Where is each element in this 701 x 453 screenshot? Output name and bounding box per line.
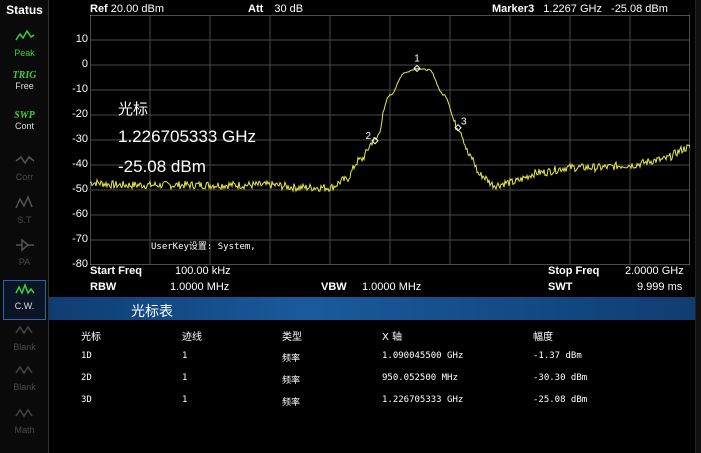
- marker-table-cell: 950.052500 MHz: [382, 373, 458, 383]
- st-icon: [3, 195, 46, 215]
- sidebar-item-pa[interactable]: PA: [3, 237, 46, 277]
- sidebar-item-math[interactable]: Math: [3, 405, 46, 445]
- marker-table-cell: 2D: [81, 373, 92, 383]
- marker-label: Marker3: [492, 3, 535, 15]
- swt-value: 9.999 ms: [637, 281, 683, 293]
- sidebar-item-label: Corr: [15, 172, 34, 182]
- marker-3-label: 3: [461, 117, 467, 128]
- math-icon: [3, 405, 46, 425]
- y-tick-label: 10: [75, 33, 88, 45]
- sidebar-item-blank[interactable]: Blank: [3, 322, 46, 362]
- marker-1-label: 1: [414, 53, 420, 64]
- marker-table-column-header: X 轴: [382, 332, 403, 343]
- marker-table-cell: 频率: [282, 376, 301, 386]
- status-sidebar: Status Peak TRIG Free SWP Cont Corr S.T PA C.W. B…: [0, 0, 49, 453]
- marker-table-column-header: 迹线: [182, 332, 202, 343]
- sidebar-item-label: TRIG: [12, 70, 37, 81]
- sidebar-item-label: SWP: [14, 110, 35, 121]
- marker-table-column-header: 幅度: [533, 332, 553, 343]
- y-tick-label: -10: [72, 83, 88, 95]
- overlay-title: 光标: [118, 101, 149, 118]
- y-tick-label: -20: [72, 108, 88, 120]
- sidebar-item-corr[interactable]: Corr: [3, 152, 46, 192]
- sidebar-item-st[interactable]: S.T: [3, 195, 46, 235]
- sidebar-item-label: C.W.: [14, 301, 35, 311]
- marker-table-cell: 1.226705333 GHz: [382, 395, 464, 405]
- sidebar-item-label: PA: [18, 257, 31, 267]
- y-tick-label: -50: [72, 183, 88, 195]
- marker-table-cell: 3D: [81, 395, 92, 405]
- sidebar-item-label: Blank: [13, 382, 36, 392]
- sidebar-item-label: Math: [14, 425, 35, 435]
- marker-table-cell: 1: [182, 373, 188, 383]
- sidebar-item-blank[interactable]: Blank: [3, 362, 46, 402]
- ref-level: Ref 20.00 dBm: [90, 3, 164, 15]
- sidebar-item-peak[interactable]: Peak: [3, 28, 46, 68]
- marker-readout: Marker3 1.2267 GHz -25.08 dBm: [492, 3, 668, 15]
- marker-table-cell: -25.08 dBm: [533, 395, 588, 405]
- right-edge: [695, 0, 701, 453]
- rbw-value: 1.0000 MHz: [170, 281, 230, 293]
- marker-freq: 1.2267 GHz: [543, 3, 602, 15]
- sidebar-item-sublabel: Free: [15, 81, 34, 91]
- marker-table-cell: 1.090045500 GHz: [382, 351, 464, 361]
- corr-icon: [3, 152, 46, 172]
- stop-freq-value: 2.0000 GHz: [625, 265, 684, 277]
- att-label: Att: [248, 3, 264, 15]
- sidebar-item-cw[interactable]: C.W.: [3, 280, 46, 320]
- marker-table-cell: 频率: [282, 398, 301, 408]
- marker-table: 光标 迹线 类型 X 轴 幅度 1D 1 频率 1.090045500 GHz -1.37 dBm…: [49, 320, 695, 453]
- overlay-level: -25.08 dBm: [118, 157, 206, 176]
- y-tick-label: -30: [72, 133, 88, 145]
- y-tick-label: -60: [72, 208, 88, 220]
- marker-table-cell: 1: [182, 395, 188, 405]
- sidebar-item-trig[interactable]: TRIG Free: [3, 70, 46, 110]
- sidebar-item-sublabel: Cont: [14, 121, 34, 131]
- cw-icon: [4, 281, 45, 301]
- att-value: 30 dB: [274, 3, 304, 15]
- ref-label: Ref: [90, 3, 108, 15]
- sidebar-item-swp[interactable]: SWP Cont: [3, 110, 46, 150]
- y-tick-label: -40: [72, 158, 88, 170]
- marker-level: -25.08 dBm: [611, 3, 668, 15]
- marker-table-title: 光标表: [131, 303, 173, 319]
- y-tick-label: 0: [81, 58, 88, 70]
- status-title: Status: [6, 3, 43, 17]
- marker-2-label: 2: [365, 131, 371, 142]
- start-freq-value: 100.00 kHz: [175, 265, 231, 277]
- start-freq-label: Start Freq: [90, 265, 142, 277]
- ref-value: 20.00 dBm: [110, 3, 164, 15]
- userkey-note: UserKey设置: System,: [151, 242, 256, 252]
- attenuation: Att 30 dB: [248, 3, 303, 15]
- marker-table-cell: 频率: [282, 354, 301, 364]
- blank-icon: [3, 362, 46, 382]
- vbw-value: 1.0000 MHz: [362, 281, 422, 293]
- marker-table-column-header: 光标: [81, 332, 101, 343]
- marker-table-cell: -1.37 dBm: [533, 351, 582, 361]
- marker-table-cell: 1D: [81, 351, 92, 361]
- swt-label: SWT: [548, 281, 573, 293]
- marker-table-cell: 1: [182, 351, 188, 361]
- sidebar-item-label: S.T: [17, 215, 32, 225]
- sidebar-item-label: Peak: [14, 48, 35, 58]
- vbw-label: VBW: [321, 281, 347, 293]
- y-tick-label: -70: [72, 233, 88, 245]
- rbw-label: RBW: [90, 281, 117, 293]
- pa-icon: [3, 237, 46, 257]
- stop-freq-label: Stop Freq: [548, 265, 600, 277]
- sidebar-item-label: Blank: [13, 342, 36, 352]
- overlay-freq: 1.226705333 GHz: [118, 127, 256, 146]
- marker-table-cell: -30.30 dBm: [533, 373, 588, 383]
- y-tick-label: -80: [72, 258, 88, 270]
- marker-table-column-header: 类型: [282, 332, 302, 343]
- peak-icon: [3, 28, 46, 48]
- blank-icon: [3, 322, 46, 342]
